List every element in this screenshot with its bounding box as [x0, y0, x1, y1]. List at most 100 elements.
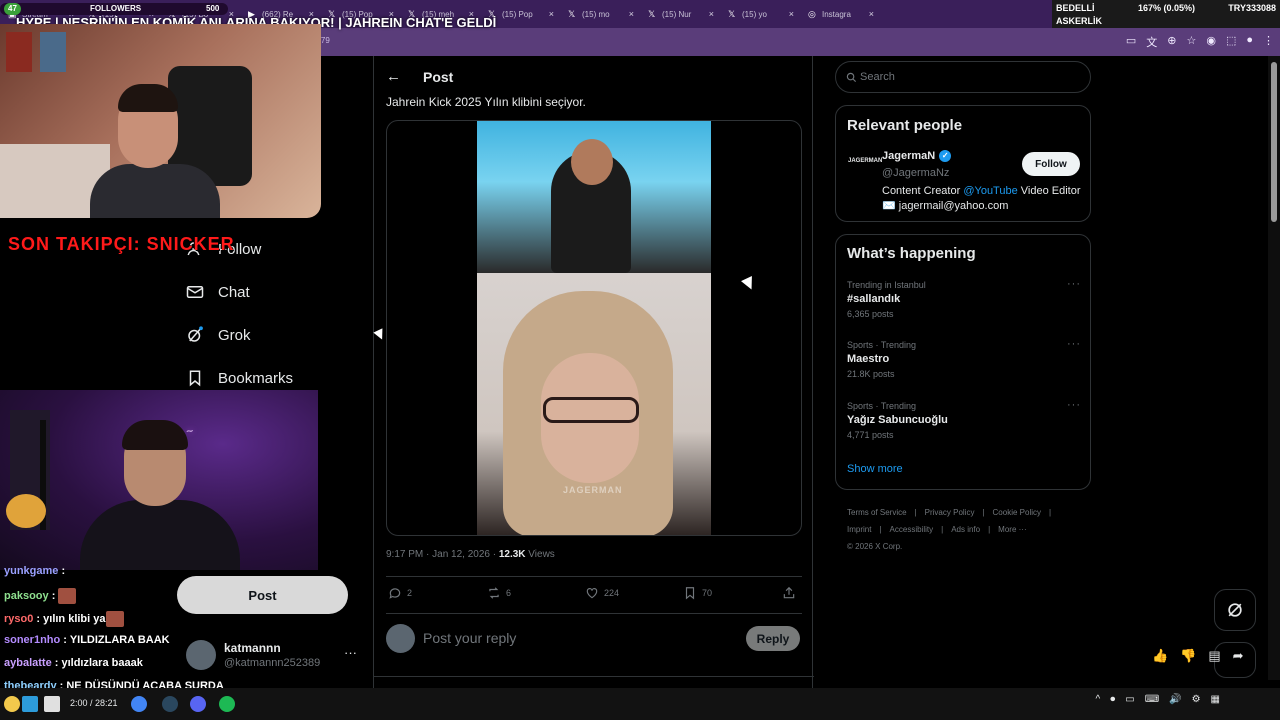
x-logo-icon: 𝕏 — [568, 9, 576, 19]
extension-icon[interactable]: ◉ — [1206, 34, 1216, 50]
subtitles-icon[interactable]: ▤ — [1208, 648, 1220, 664]
prev-track-icon[interactable] — [4, 696, 20, 712]
reply-composer: Post your reply Reply — [386, 623, 802, 655]
chrome-icon[interactable] — [131, 696, 147, 712]
tray-grid-icon[interactable]: ▦ — [1211, 694, 1220, 705]
repost-icon — [489, 587, 499, 599]
reply-input[interactable]: Post your reply — [423, 630, 516, 646]
browser-toolbar-icons: ▭ 文 ⊕ ☆ ◉ ⬚ ● ⋮ — [1126, 34, 1274, 50]
relevant-person-handle: @JagermaNz — [882, 167, 950, 179]
close-tab-icon[interactable]: × — [869, 9, 874, 19]
video-bottom-cam: JAGERMAN — [477, 273, 711, 535]
bookmark-action[interactable]: 70 — [683, 586, 712, 600]
scrollbar-thumb[interactable] — [1271, 62, 1277, 222]
video-person-head — [571, 139, 613, 185]
nav-item-chat[interactable]: Chat — [186, 283, 250, 301]
tray-settings-icon[interactable]: ⚙ — [1192, 694, 1201, 705]
translate-icon[interactable]: 文 — [1146, 34, 1157, 50]
close-tab-icon[interactable]: × — [789, 9, 794, 19]
discord-icon[interactable] — [190, 696, 206, 712]
nav-chat-label: Chat — [218, 283, 250, 301]
share-arrow-icon[interactable]: ➦ — [1233, 648, 1244, 664]
followers-goal-bar: 47 FOLLOWERS 500 — [0, 3, 228, 15]
compose-post-button[interactable]: Post — [177, 576, 348, 614]
close-tab-icon[interactable]: × — [629, 9, 634, 19]
volume-icon[interactable] — [44, 696, 60, 712]
bookmark-star-icon[interactable]: ☆ — [1186, 34, 1196, 50]
footer-link[interactable]: Terms of Service — [847, 508, 907, 517]
tray-window-icon[interactable]: ▭ — [1125, 694, 1134, 705]
thumbs-down-icon[interactable]: 👎 — [1180, 648, 1196, 664]
bio-youtube-link[interactable]: @YouTube — [963, 185, 1017, 197]
post-video[interactable]: JAGERMAN — [386, 120, 802, 536]
more-icon[interactable]: ··· — [1067, 399, 1081, 411]
post-actions: 2 6 224 70 — [386, 586, 802, 602]
like-action[interactable]: 224 — [585, 586, 619, 600]
profile-avatar-icon[interactable]: ● — [1246, 34, 1253, 50]
install-app-icon[interactable]: ▭ — [1126, 34, 1136, 50]
chat-username: paksooy — [4, 589, 49, 602]
repost-action[interactable]: 6 — [487, 586, 511, 600]
more-icon[interactable]: ··· — [344, 645, 357, 660]
nav-bookmarks-label: Bookmarks — [218, 369, 294, 387]
chat-separator: : — [33, 612, 44, 625]
verified-badge-icon: ✓ — [939, 150, 952, 162]
spotify-icon[interactable] — [219, 696, 235, 712]
tray-toggle-icon[interactable]: ⏺ — [1110, 694, 1115, 705]
browser-tab-label: Instagra — [822, 9, 851, 19]
footer-link[interactable]: Privacy Policy — [925, 508, 975, 517]
page-scrollbar[interactable] — [1268, 56, 1280, 680]
divider — [386, 613, 802, 614]
footer-link[interactable]: Imprint — [847, 525, 871, 534]
steam-icon[interactable] — [162, 696, 178, 712]
footer-link[interactable]: Cookie Policy — [993, 508, 1041, 517]
reply-button[interactable]: Reply — [746, 626, 800, 651]
tray-keyboard-icon[interactable]: ⌨ — [1145, 694, 1159, 705]
thumbs-up-icon[interactable]: 👍 — [1152, 648, 1168, 664]
browser-tab[interactable]: ◎ Instagra × — [802, 3, 880, 25]
chat-message: yunkgame : — [4, 565, 65, 577]
browser-menu-icon[interactable]: ⋮ — [1263, 34, 1274, 50]
tray-speaker-icon[interactable]: 🔊 — [1169, 694, 1181, 705]
tray-chevron-icon[interactable]: ^ — [1096, 694, 1101, 705]
extensions-puzzle-icon[interactable]: ⬚ — [1226, 34, 1236, 50]
post-timestamp[interactable]: 9:17 PM · Jan 12, 2026 · — [386, 549, 499, 560]
zoom-icon[interactable]: ⊕ — [1167, 34, 1176, 50]
browser-tab[interactable]: 𝕏 (15) yo × — [722, 3, 800, 25]
relevant-people-card: Relevant people JAGERMAN JagermaN ✓ @Jag… — [835, 105, 1091, 222]
share-action[interactable] — [782, 586, 796, 600]
account-switcher[interactable]: katmannn @katmannn252389 ··· — [186, 640, 366, 674]
play-icon[interactable] — [22, 696, 38, 712]
trend-item[interactable]: Sports · Trending Yağız Sabuncuoğlu 4,77… — [847, 399, 1083, 440]
show-more-link[interactable]: Show more — [847, 463, 903, 475]
chat-username: soner1nho — [4, 634, 61, 646]
browser-tab[interactable]: 𝕏 (15) mo × — [562, 3, 640, 25]
trend-item[interactable]: Trending in Istanbul #sallandık 6,365 po… — [847, 278, 1083, 319]
chat-separator: : — [48, 589, 59, 602]
close-tab-icon[interactable]: × — [709, 9, 714, 19]
trend-context: Sports · Trending — [847, 401, 917, 411]
search-box[interactable] — [835, 61, 1091, 93]
close-tab-icon[interactable]: × — [549, 9, 554, 19]
jagerman-logo: JAGERMAN — [848, 158, 883, 164]
nav-item-bookmarks[interactable]: Bookmarks — [186, 369, 293, 387]
heart-icon — [586, 588, 598, 599]
more-icon[interactable]: ··· — [1067, 278, 1081, 290]
footer-link[interactable]: Ads info — [951, 525, 980, 534]
trend-item[interactable]: Sports · Trending Maestro 21.8K posts ··… — [847, 338, 1083, 379]
more-icon[interactable]: ··· — [1067, 338, 1081, 350]
instagram-icon: ◎ — [808, 9, 816, 19]
footer-link[interactable]: Accessibility — [890, 525, 934, 534]
reply-action[interactable]: 2 — [388, 586, 412, 600]
grok-fab-button[interactable] — [1214, 589, 1256, 631]
browser-tab-label: (15) mo — [582, 9, 610, 19]
follow-button[interactable]: Follow — [1022, 152, 1080, 176]
relevant-person-name[interactable]: JagermaN ✓ — [882, 150, 952, 162]
back-arrow-icon[interactable]: ← — [386, 68, 401, 85]
browser-tab[interactable]: 𝕏 (15) Nur × — [642, 3, 720, 25]
chat-text: yılın klibi ya — [43, 612, 106, 625]
footer-link[interactable]: More ··· — [998, 525, 1026, 534]
post-header: ← Post — [386, 68, 453, 85]
nav-item-grok[interactable]: Grok — [186, 326, 251, 344]
search-input[interactable] — [860, 68, 1080, 86]
